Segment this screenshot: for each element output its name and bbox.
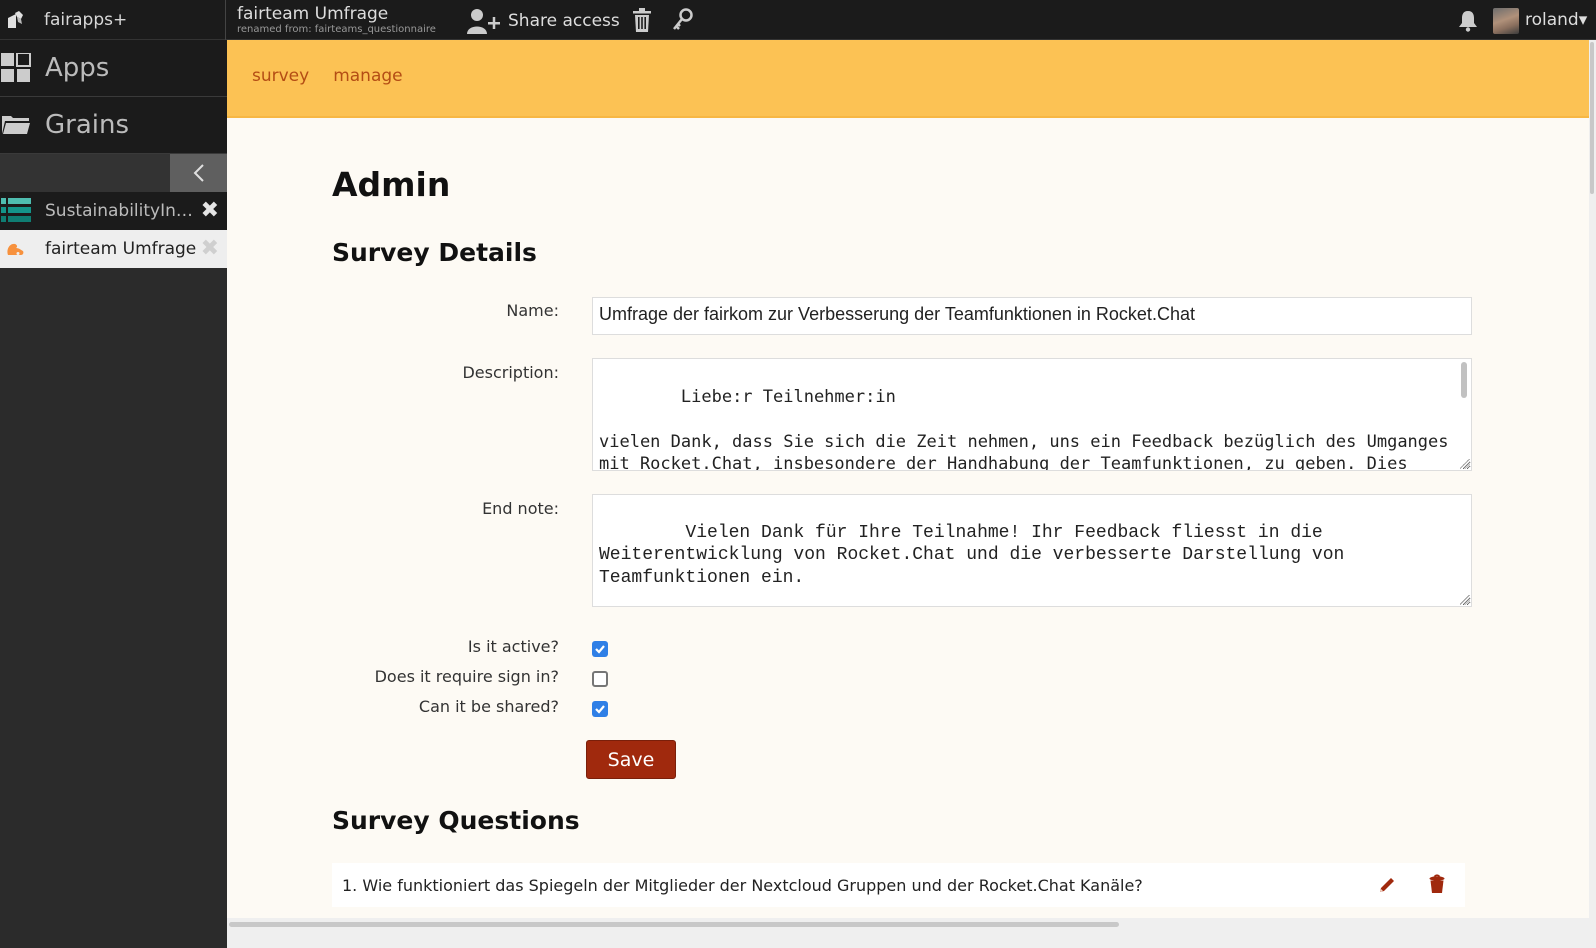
brand[interactable]: fairapps+ xyxy=(0,0,226,40)
vertical-scrollbar[interactable] xyxy=(1589,40,1596,918)
user-avatar[interactable] xyxy=(1493,8,1519,34)
horizontal-scroll-thumb[interactable] xyxy=(229,922,1119,927)
delete-trash-icon[interactable] xyxy=(1429,874,1445,894)
top-bar: fairapps+ fairteam Umfrage renamed from:… xyxy=(0,0,1596,40)
survey-app-icon xyxy=(1,241,31,257)
apps-grid-icon xyxy=(1,53,31,82)
page-title: Admin xyxy=(332,165,451,204)
question-row: 1. Wie funktioniert das Spiegeln der Mit… xyxy=(332,863,1465,907)
signin-label: Does it require sign in? xyxy=(374,667,559,686)
shared-label: Can it be shared? xyxy=(418,697,559,716)
open-grain-tab-active[interactable]: fairteam Umfrage ✖ xyxy=(0,230,227,268)
caret-down-icon: ▾ xyxy=(1578,10,1588,30)
horizontal-scrollbar[interactable] xyxy=(227,918,1596,948)
spreadsheet-icon xyxy=(1,197,31,225)
sidebar-item-apps[interactable]: Apps xyxy=(0,40,227,97)
trash-icon[interactable] xyxy=(633,8,651,32)
name-label: Name: xyxy=(506,301,559,320)
checkmark-icon xyxy=(595,645,605,654)
grain-title-text: fairteam Umfrage xyxy=(237,4,389,24)
description-text: Liebe:r Teilnehmer:in vielen Dank, dass … xyxy=(599,386,1449,471)
sidebar-item-grains[interactable]: Grains xyxy=(0,97,227,154)
close-icon[interactable]: ✖ xyxy=(201,238,219,260)
sidebar: Apps Grains SustainabilityIn… ✖ fairteam… xyxy=(0,40,227,948)
description-textarea[interactable]: Liebe:r Teilnehmer:in vielen Dank, dass … xyxy=(592,358,1472,471)
checkmark-icon xyxy=(595,705,605,714)
endnote-text: Vielen Dank für Ihre Teilnahme! Ihr Feed… xyxy=(599,522,1356,588)
resize-handle[interactable] xyxy=(1460,595,1470,605)
resize-handle[interactable] xyxy=(1460,459,1470,469)
name-input[interactable]: Umfrage der fairkom zur Verbesserung der… xyxy=(592,297,1472,335)
description-label: Description: xyxy=(462,363,559,382)
sidebar-collapse-row xyxy=(0,154,227,192)
folder-icon xyxy=(2,116,30,134)
collapse-sidebar-button[interactable] xyxy=(170,154,227,192)
share-access-label: Share access xyxy=(508,11,620,31)
active-label: Is it active? xyxy=(467,637,559,656)
survey-details-heading: Survey Details xyxy=(332,238,537,267)
textarea-scrollbar[interactable] xyxy=(1461,362,1467,398)
add-user-icon xyxy=(467,9,500,34)
nav-link-survey[interactable]: survey xyxy=(252,66,309,86)
vertical-scroll-thumb[interactable] xyxy=(1590,42,1594,194)
chevron-left-icon xyxy=(193,164,204,182)
grain-title[interactable]: fairteam Umfrage renamed from: fairteams… xyxy=(237,5,436,36)
open-grain-tab[interactable]: SustainabilityIn… ✖ xyxy=(0,192,227,230)
active-checkbox[interactable] xyxy=(592,641,608,657)
notifications-bell-icon[interactable] xyxy=(1458,10,1478,32)
survey-questions-heading: Survey Questions xyxy=(332,806,580,835)
open-grain-label: fairteam Umfrage xyxy=(45,239,197,259)
pencil-edit-icon[interactable] xyxy=(1377,875,1397,895)
endnote-textarea[interactable]: Vielen Dank für Ihre Teilnahme! Ihr Feed… xyxy=(592,494,1472,607)
grain-frame: survey manage Admin Survey Details Name:… xyxy=(227,40,1596,948)
brand-label: fairapps+ xyxy=(44,10,128,30)
question-text: 1. Wie funktioniert das Spiegeln der Mit… xyxy=(342,875,1143,895)
save-button[interactable]: Save xyxy=(586,740,676,779)
share-access-button[interactable]: Share access xyxy=(466,7,620,35)
shared-checkbox[interactable] xyxy=(592,701,608,717)
key-icon[interactable] xyxy=(672,8,694,32)
grain-renamed-from: renamed from: fairteams_questionnaire xyxy=(237,24,436,35)
open-grain-label: SustainabilityIn… xyxy=(45,201,193,221)
app-nav-bar: survey manage xyxy=(227,40,1596,118)
nav-link-manage[interactable]: manage xyxy=(333,66,402,86)
signin-checkbox[interactable] xyxy=(592,671,608,687)
sidebar-item-label: Grains xyxy=(45,110,130,140)
endnote-label: End note: xyxy=(482,499,559,518)
sandstorm-logo-icon xyxy=(8,11,23,28)
sidebar-item-label: Apps xyxy=(45,53,110,83)
username: roland xyxy=(1525,10,1579,30)
close-icon[interactable]: ✖ xyxy=(201,200,219,222)
user-menu[interactable]: roland▾ xyxy=(1525,10,1587,30)
